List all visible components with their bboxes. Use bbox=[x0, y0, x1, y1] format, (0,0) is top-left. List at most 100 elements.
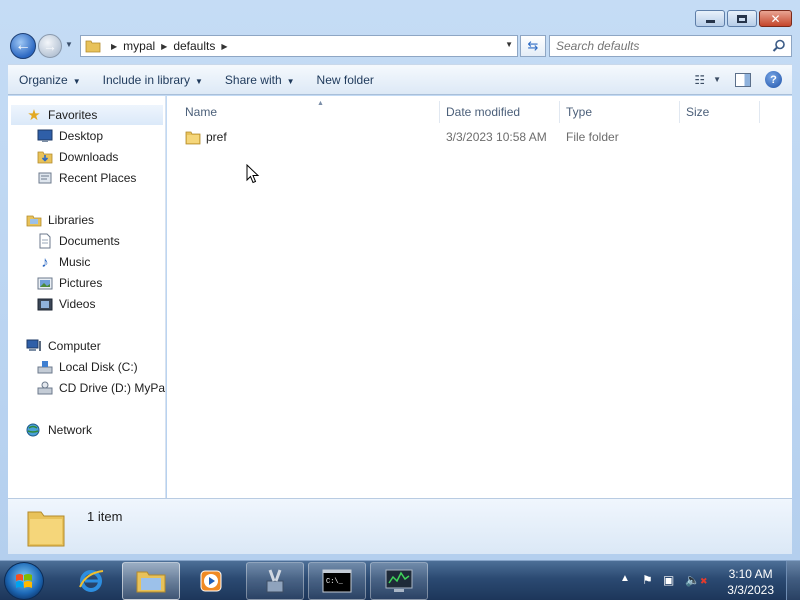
nav-item-videos[interactable]: Videos bbox=[8, 294, 95, 314]
include-in-library-menu[interactable]: Include in library ▼ bbox=[92, 73, 214, 87]
music-note-icon: ♪ bbox=[41, 253, 49, 271]
folder-icon bbox=[27, 511, 65, 547]
recent-pages-dropdown[interactable]: ▼ bbox=[65, 40, 75, 50]
nav-item-cd-drive[interactable]: CD Drive (D:) MyPal bbox=[8, 378, 165, 398]
nav-item-recent-places[interactable]: Recent Places bbox=[8, 168, 136, 188]
start-button[interactable] bbox=[4, 562, 44, 600]
nav-item-label: Pictures bbox=[59, 276, 103, 290]
preview-pane-icon[interactable] bbox=[735, 72, 751, 87]
forward-arrow-icon: → bbox=[43, 38, 57, 54]
address-history-dropdown[interactable]: ▼ bbox=[505, 40, 513, 49]
address-bar[interactable]: ▶ mypal ▶ defaults ▶ ▼ bbox=[80, 35, 518, 57]
show-desktop-button[interactable] bbox=[786, 561, 800, 600]
computer-icon bbox=[26, 338, 42, 354]
system-clock[interactable]: 3:10 AM 3/3/2023 bbox=[727, 566, 774, 598]
taskbar-monitor-app[interactable] bbox=[370, 562, 428, 600]
breadcrumb-separator-icon[interactable]: ▶ bbox=[221, 42, 227, 51]
taskbar-file-explorer[interactable] bbox=[122, 562, 180, 600]
column-header-type[interactable]: Type bbox=[560, 101, 680, 123]
documents-icon bbox=[37, 233, 53, 249]
nav-item-label: Videos bbox=[59, 297, 96, 311]
new-folder-button[interactable]: New folder bbox=[306, 73, 385, 87]
breadcrumb-mypal[interactable]: mypal bbox=[123, 39, 155, 53]
breadcrumb-separator-icon[interactable]: ▶ bbox=[161, 42, 167, 51]
breadcrumb-separator-icon[interactable]: ▶ bbox=[111, 42, 117, 51]
clock-time: 3:10 AM bbox=[728, 567, 773, 581]
hard-drive-icon bbox=[37, 359, 53, 375]
change-view-button[interactable]: ☷ ▼ bbox=[694, 73, 721, 87]
share-with-menu[interactable]: Share with ▼ bbox=[214, 73, 306, 87]
nav-computer-label: Computer bbox=[48, 339, 101, 353]
share-with-label: Share with bbox=[224, 72, 282, 87]
explorer-window: ✕ ← → ▼ ▶ mypal ▶ defaults ▶ ▼ ⇆ Organi bbox=[0, 0, 800, 560]
nav-item-label: Desktop bbox=[59, 129, 104, 143]
search-icon[interactable] bbox=[772, 39, 786, 53]
refresh-icon: ⇆ bbox=[527, 38, 539, 53]
organize-menu[interactable]: Organize ▼ bbox=[8, 73, 92, 87]
nav-item-music[interactable]: ♪ Music bbox=[8, 252, 90, 272]
file-type: File folder bbox=[566, 130, 619, 144]
close-button[interactable]: ✕ bbox=[759, 10, 792, 27]
command-bar: Organize ▼ Include in library ▼ Share with… bbox=[8, 64, 792, 95]
column-header-size[interactable]: Size bbox=[680, 101, 760, 123]
mouse-cursor-icon bbox=[246, 164, 260, 184]
nav-item-local-disk[interactable]: Local Disk (C:) bbox=[8, 357, 138, 377]
folder-icon bbox=[185, 131, 201, 145]
nav-libraries-label: Libraries bbox=[48, 213, 95, 227]
nav-item-downloads[interactable]: Downloads bbox=[8, 147, 118, 167]
nav-computer[interactable]: Computer bbox=[8, 336, 101, 356]
command-prompt-icon: C:\_ bbox=[322, 569, 352, 593]
forward-button[interactable]: → bbox=[38, 34, 62, 58]
minimize-button[interactable] bbox=[695, 10, 725, 27]
svg-text:C:\_: C:\_ bbox=[326, 578, 344, 586]
back-arrow-icon: ← bbox=[15, 37, 31, 54]
taskbar-tools[interactable] bbox=[246, 562, 304, 600]
taskbar-command-prompt[interactable]: C:\_ bbox=[308, 562, 366, 600]
nav-network[interactable]: Network bbox=[8, 420, 92, 440]
nav-libraries[interactable]: Libraries bbox=[8, 210, 94, 230]
show-hidden-icons-button[interactable]: ▲ bbox=[620, 573, 630, 584]
chevron-down-icon: ▼ bbox=[713, 75, 721, 84]
column-header-name[interactable]: Name ▲ bbox=[179, 100, 440, 123]
help-icon[interactable]: ? bbox=[765, 71, 782, 88]
folder-icon bbox=[85, 40, 101, 53]
nav-item-label: Music bbox=[59, 255, 91, 269]
videos-icon bbox=[37, 296, 53, 312]
column-header-label: Type bbox=[566, 105, 593, 119]
column-header-label: Date modified bbox=[446, 105, 521, 119]
sort-ascending-icon: ▲ bbox=[317, 100, 324, 107]
column-header-date-modified[interactable]: Date modified bbox=[440, 101, 560, 123]
taskbar-internet-explorer[interactable] bbox=[66, 562, 116, 600]
network-status-icon[interactable]: ▣ bbox=[663, 573, 674, 587]
nav-item-desktop[interactable]: Desktop bbox=[8, 126, 103, 146]
table-row[interactable]: pref 3/3/2023 10:58 AM File folder bbox=[179, 126, 779, 148]
maximize-button[interactable] bbox=[727, 10, 757, 27]
taskbar: C:\_ ▲ ⚑ ▣ 🔈✖ 3:10 AM 3/3/2023 bbox=[0, 560, 800, 600]
nav-item-label: Downloads bbox=[59, 150, 119, 164]
nav-item-pictures[interactable]: Pictures bbox=[8, 273, 102, 293]
new-folder-label: New folder bbox=[316, 72, 374, 87]
nav-item-label: Recent Places bbox=[59, 171, 137, 185]
file-list: Name ▲ Date modified Type Size pref 3/3/… bbox=[167, 96, 792, 498]
action-center-flag-icon[interactable]: ⚑ bbox=[642, 573, 653, 587]
window-controls: ✕ bbox=[695, 10, 792, 27]
windows-logo-icon bbox=[16, 574, 32, 588]
item-count: 1 item bbox=[87, 509, 123, 524]
breadcrumb-defaults[interactable]: defaults bbox=[173, 39, 215, 53]
nav-favorites[interactable]: ★ Favorites bbox=[11, 105, 163, 125]
cd-drive-icon bbox=[37, 380, 53, 396]
search-input[interactable] bbox=[550, 36, 760, 56]
details-pane: 1 item bbox=[8, 498, 792, 554]
taskbar-media-player[interactable] bbox=[186, 562, 236, 600]
desktop-icon bbox=[37, 128, 53, 144]
navigation-bar: ← → ▼ ▶ mypal ▶ defaults ▶ ▼ ⇆ bbox=[8, 32, 792, 60]
clock-date: 3/3/2023 bbox=[727, 583, 774, 597]
back-button[interactable]: ← bbox=[10, 33, 36, 59]
nav-item-documents[interactable]: Documents bbox=[8, 231, 120, 251]
recent-places-icon bbox=[37, 170, 53, 186]
navigation-pane: ★ Favorites Desktop Downloads Recent Pla… bbox=[8, 96, 166, 498]
downloads-folder-icon bbox=[37, 149, 53, 165]
refresh-button[interactable]: ⇆ bbox=[520, 35, 546, 57]
volume-muted-icon[interactable]: 🔈✖ bbox=[685, 573, 708, 587]
search-box[interactable] bbox=[549, 35, 792, 57]
